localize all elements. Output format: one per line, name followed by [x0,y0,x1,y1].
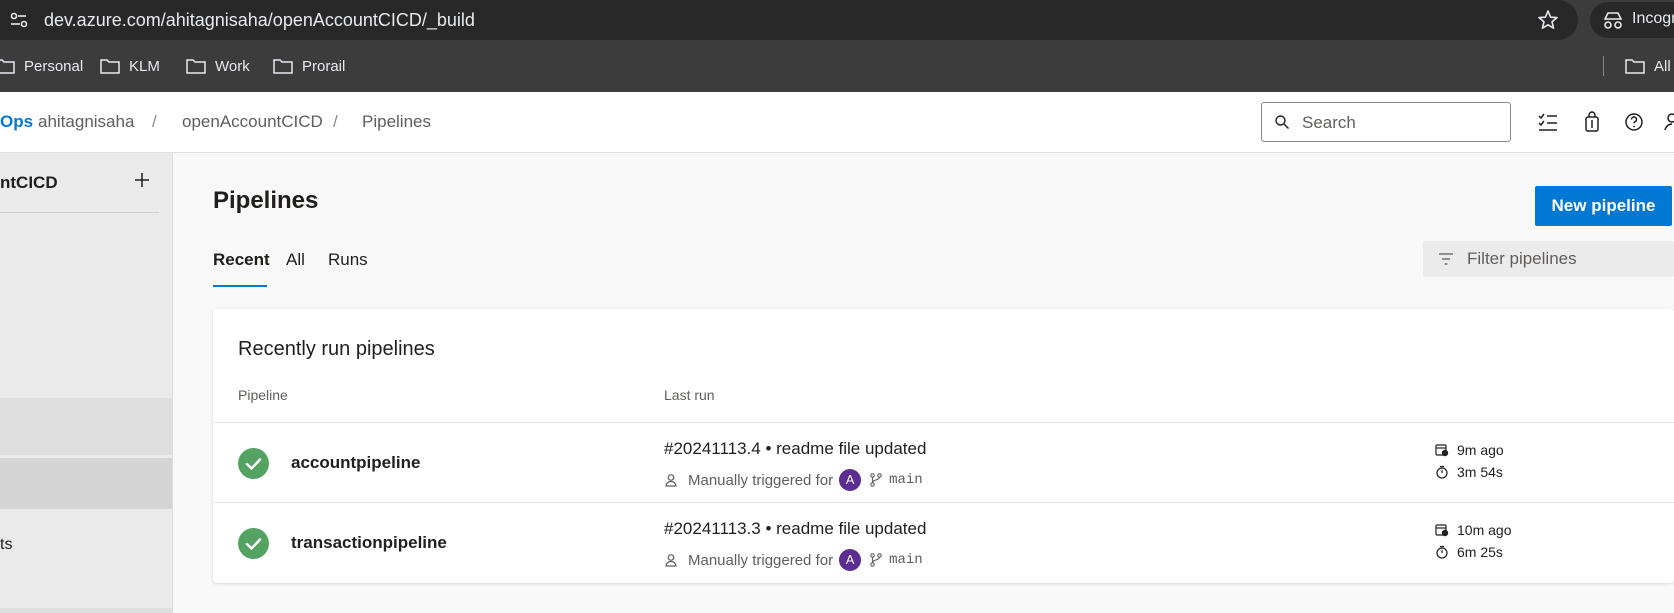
task-list-icon[interactable] [1536,110,1560,134]
sidebar-item-next[interactable] [0,608,172,613]
breadcrumb-separator: / [333,112,338,131]
column-header-last-run: Last run [664,387,715,403]
sidebar-item-label: ts [0,536,13,553]
run-time-ago: 9m ago [1435,440,1504,460]
bookmark-label: KLM [129,57,160,75]
table-row[interactable]: transactionpipeline #20241113.3 • readme… [213,502,1674,582]
bookmark-label: Prorail [302,57,346,75]
breadcrumb-org[interactable]: ahitagnisaha [38,112,134,132]
active-tab-indicator [213,285,267,287]
duration-text: 3m 54s [1457,464,1503,480]
run-duration: 6m 25s [1435,542,1503,562]
last-run-title[interactable]: #20241113.3 • readme file updated [664,519,926,539]
bookmark-folder-personal[interactable]: Personal [0,54,83,78]
last-run-title[interactable]: #20241113.4 • readme file updated [664,439,926,459]
sidebar-project-name[interactable]: ntCICD [0,173,58,193]
bookmark-folder-klm[interactable]: KLM [99,54,160,78]
new-pipeline-button[interactable]: New pipeline [1535,186,1672,226]
branch-icon [870,553,882,567]
brand-logo-text[interactable]: Ops [0,112,33,132]
trigger-info: Manually triggered for A main [664,468,923,492]
time-ago-text: 10m ago [1457,522,1512,538]
bookmark-label: Personal [24,57,84,75]
tab-all[interactable]: All [286,250,305,270]
duration-text: 6m 25s [1457,544,1503,560]
marketplace-bag-icon[interactable] [1580,110,1604,134]
tab-runs[interactable]: Runs [328,250,368,270]
bookmark-folder-prorail[interactable]: Prorail [272,54,345,78]
person-icon [665,554,677,567]
bookmarks-divider [1603,56,1604,76]
incognito-icon [1603,12,1623,29]
search-box[interactable] [1261,102,1511,142]
sidebar-item-pipelines-section[interactable] [0,398,172,455]
ado-header: Ops ahitagnisaha / openAccountCICD / Pip… [0,92,1674,153]
url-text[interactable]: dev.azure.com/ahitagnisaha/openAccountCI… [44,10,475,31]
search-icon [1275,115,1289,129]
success-check-icon [238,528,269,559]
filter-placeholder: Filter pipelines [1467,249,1577,268]
run-time-ago: 10m ago [1435,520,1511,540]
trigger-text: Manually triggered for [688,551,834,569]
trigger-text: Manually triggered for [688,471,834,489]
folder-icon [0,59,15,74]
folder-icon [1625,59,1645,74]
calendar-clock-icon [1435,524,1449,537]
avatar[interactable]: A [839,469,862,491]
incognito-indicator[interactable]: Incogn [1590,2,1674,38]
branch-icon [870,473,882,487]
pipeline-name-link[interactable]: transactionpipeline [291,533,447,553]
sidebar-divider [0,212,159,213]
search-input[interactable] [1302,111,1502,135]
help-icon[interactable] [1622,110,1646,134]
filter-icon [1439,253,1453,265]
folder-icon [186,59,206,74]
address-bar[interactable]: dev.azure.com/ahitagnisaha/openAccountCI… [0,0,1578,40]
bookmark-label: All [1654,57,1671,75]
avatar[interactable]: A [839,549,862,571]
stopwatch-icon [1436,545,1448,559]
success-check-icon [238,448,269,479]
filter-pipelines-box[interactable]: Filter pipelines [1423,241,1674,277]
sidebar-item-pipelines-selected[interactable] [0,458,172,509]
bookmark-label: Work [215,57,250,75]
bookmark-all-bookmarks[interactable]: All [1624,54,1671,78]
run-duration: 3m 54s [1435,462,1503,482]
incognito-label: Incogn [1632,10,1674,27]
user-settings-icon[interactable] [1662,110,1674,134]
site-info-icon[interactable] [8,10,30,30]
pipeline-name-link[interactable]: accountpipeline [291,453,420,473]
stopwatch-icon [1436,465,1448,479]
breadcrumb-pipelines[interactable]: Pipelines [362,112,431,132]
column-header-pipeline: Pipeline [238,387,288,403]
plus-icon[interactable] [132,170,152,190]
card-title: Recently run pipelines [238,338,435,360]
person-icon [665,474,677,487]
branch-name[interactable]: main [889,552,923,568]
folder-icon [100,59,120,74]
bookmark-star-icon[interactable] [1536,8,1560,32]
page-title: Pipelines [213,187,319,214]
trigger-info: Manually triggered for A main [664,548,923,572]
calendar-clock-icon [1435,444,1449,457]
breadcrumb-project[interactable]: openAccountCICD [182,112,323,132]
breadcrumb-separator: / [152,112,157,131]
sidebar-item-partial[interactable]: ts [0,528,172,564]
browser-toolbar: dev.azure.com/ahitagnisaha/openAccountCI… [0,0,1674,40]
bookmark-folder-work[interactable]: Work [185,54,250,78]
bookmarks-bar: Personal KLM Work Prorail All [0,40,1674,92]
branch-name[interactable]: main [889,472,923,488]
table-row[interactable]: accountpipeline #20241113.4 • readme fil… [213,422,1674,502]
project-sidebar: ntCICD ts [0,153,173,613]
recent-pipelines-card: Recently run pipelines Pipeline Last run… [213,309,1674,583]
tab-recent[interactable]: Recent [213,250,270,270]
folder-icon [273,59,293,74]
time-ago-text: 9m ago [1457,442,1504,458]
